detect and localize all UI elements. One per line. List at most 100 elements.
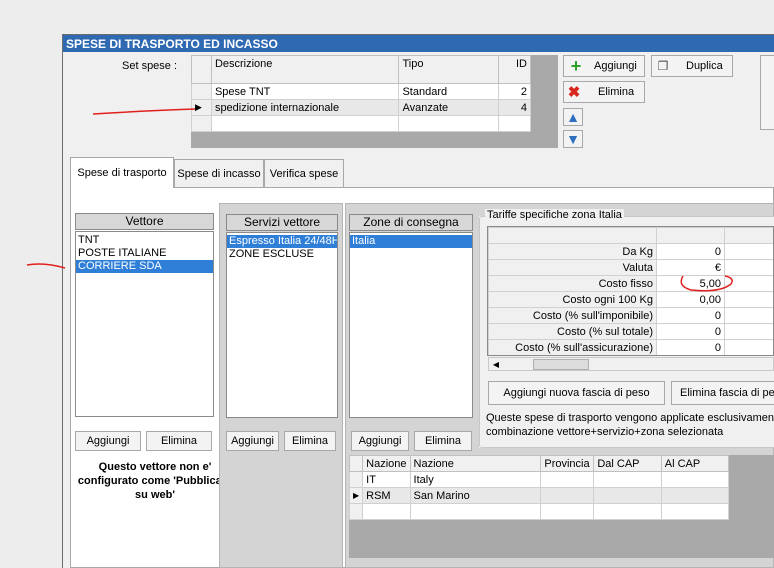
- row-indicator: [348, 503, 364, 520]
- list-item[interactable]: Espresso Italia 24/48H: [227, 235, 337, 248]
- servizi-add-button[interactable]: Aggiungi: [226, 431, 279, 451]
- tab-spese-trasporto[interactable]: Spese di trasporto: [70, 157, 174, 188]
- vettore-header: Vettore: [75, 213, 214, 230]
- table-row[interactable]: Spese TNT Standard 2: [191, 83, 531, 100]
- cell-empty[interactable]: [409, 503, 542, 520]
- duplica-set-button[interactable]: ❐ Duplica: [651, 55, 733, 77]
- col-descrizione[interactable]: Descrizione: [210, 55, 400, 84]
- cell-value[interactable]: 0: [656, 307, 725, 324]
- move-up-arrow-icon[interactable]: ▲: [563, 108, 583, 126]
- table-row-empty[interactable]: [348, 503, 730, 520]
- cell-tipo[interactable]: Avanzate: [398, 99, 500, 116]
- cell-empty[interactable]: [540, 503, 595, 520]
- cell-name[interactable]: Italy: [409, 471, 542, 488]
- vettore-add-button[interactable]: Aggiungi: [75, 431, 141, 451]
- list-item[interactable]: ZONE ESCLUSE: [227, 248, 337, 261]
- vettore-list[interactable]: TNT POSTE ITALIANE CORRIERE SDA: [75, 231, 214, 417]
- col-al-cap[interactable]: Al CAP: [660, 455, 730, 472]
- col-nazione-name[interactable]: Nazione: [409, 455, 542, 472]
- list-item[interactable]: Italia: [350, 235, 472, 248]
- red-annotation-dash: [26, 263, 66, 269]
- tariffe-info-text: Queste spese di trasporto vengono applic…: [486, 411, 774, 439]
- row-indicator: [191, 83, 212, 100]
- corner-cell: [488, 227, 657, 244]
- table-row[interactable]: Da Kg 0: [488, 243, 773, 260]
- table-row[interactable]: Costo (% sul totale) 0: [488, 323, 773, 340]
- cell-id[interactable]: 2: [498, 83, 531, 100]
- row-label: Costo (% sul totale): [488, 323, 657, 340]
- cell-al-cap[interactable]: [660, 487, 730, 504]
- col-header: [724, 227, 773, 244]
- table-row[interactable]: Costo (% sull'imponibile) 0: [488, 307, 773, 324]
- scroll-left-arrow-icon[interactable]: ◀: [490, 359, 502, 370]
- cell-value[interactable]: [724, 307, 773, 324]
- row-label: Costo fisso: [488, 275, 657, 292]
- plus-icon: +: [570, 56, 582, 76]
- elimina-set-button[interactable]: ✖ Elimina: [563, 81, 645, 103]
- tab-verifica-spese[interactable]: Verifica spese: [264, 159, 344, 187]
- table-row[interactable]: IT Italy: [348, 471, 730, 488]
- row-label: Costo ogni 100 Kg: [488, 291, 657, 308]
- table-row[interactable]: Costo (% sull'assicurazione) 0: [488, 339, 773, 355]
- cell-id[interactable]: 4: [498, 99, 531, 116]
- col-header: [656, 227, 725, 244]
- table-row-empty[interactable]: [191, 115, 531, 132]
- cell-dal-cap[interactable]: [593, 487, 662, 504]
- remove-weight-band-button[interactable]: Elimina fascia di pes: [671, 381, 774, 405]
- cell-value[interactable]: 0: [656, 339, 725, 355]
- window-title: SPESE DI TRASPORTO ED INCASSO: [63, 35, 774, 52]
- aggiungi-label: Aggiungi: [594, 60, 637, 72]
- partial-button-right[interactable]: [760, 55, 774, 130]
- cell-value[interactable]: [724, 323, 773, 340]
- zone-header: Zone di consegna: [349, 214, 473, 231]
- zone-delete-button[interactable]: Elimina: [414, 431, 472, 451]
- cell-provincia[interactable]: [540, 487, 595, 504]
- cell-value[interactable]: 0: [656, 243, 725, 260]
- table-row[interactable]: ▶ spedizione internazionale Avanzate 4: [191, 99, 531, 116]
- col-dal-cap[interactable]: Dal CAP: [593, 455, 662, 472]
- cell-tipo[interactable]: Standard: [398, 83, 500, 100]
- info-line-2: combinazione vettore+servizio+zona selez…: [486, 426, 724, 438]
- list-item[interactable]: TNT: [76, 234, 213, 247]
- cell-value[interactable]: [724, 339, 773, 355]
- col-tipo[interactable]: Tipo: [398, 55, 500, 84]
- scroll-thumb[interactable]: [533, 359, 589, 370]
- col-provincia[interactable]: Provincia: [540, 455, 595, 472]
- move-down-arrow-icon[interactable]: ▼: [563, 130, 583, 148]
- vettore-note: Questo vettore non e' configurato come '…: [77, 461, 233, 501]
- cell-empty[interactable]: [210, 115, 400, 132]
- cell-dal-cap[interactable]: [593, 471, 662, 488]
- cell-empty[interactable]: [498, 115, 531, 132]
- zone-add-button[interactable]: Aggiungi: [351, 431, 409, 451]
- list-item[interactable]: POSTE ITALIANE: [76, 247, 213, 260]
- add-weight-band-button[interactable]: Aggiungi nuova fascia di peso: [488, 381, 665, 405]
- cell-al-cap[interactable]: [660, 471, 730, 488]
- servizi-list[interactable]: Espresso Italia 24/48H ZONE ESCLUSE: [226, 232, 338, 418]
- cell-empty[interactable]: [362, 503, 411, 520]
- aggiungi-set-button[interactable]: + Aggiungi: [563, 55, 645, 77]
- cell-value[interactable]: [724, 243, 773, 260]
- cell-empty[interactable]: [398, 115, 500, 132]
- servizi-delete-button[interactable]: Elimina: [284, 431, 336, 451]
- delete-x-icon: ✖: [567, 84, 581, 101]
- tariffe-legend: Tariffe specifiche zona Italia: [485, 209, 624, 221]
- col-nazione-code[interactable]: Nazione: [362, 455, 411, 472]
- cell-value[interactable]: 0: [656, 323, 725, 340]
- col-id[interactable]: ID: [498, 55, 531, 84]
- cell-empty[interactable]: [593, 503, 662, 520]
- row-label: Costo (% sull'imponibile): [488, 307, 657, 324]
- cell-name[interactable]: San Marino: [409, 487, 542, 504]
- cell-descrizione[interactable]: Spese TNT: [210, 83, 400, 100]
- cell-code[interactable]: IT: [362, 471, 411, 488]
- row-indicator-header: [191, 55, 212, 84]
- tariffe-hscrollbar[interactable]: ◀: [488, 357, 774, 371]
- cell-provincia[interactable]: [540, 471, 595, 488]
- vettore-delete-button[interactable]: Elimina: [146, 431, 212, 451]
- tab-spese-incasso[interactable]: Spese di incasso: [174, 159, 264, 187]
- cell-descrizione[interactable]: spedizione internazionale: [210, 99, 400, 116]
- zone-list[interactable]: Italia: [349, 232, 473, 418]
- table-row[interactable]: ▶ RSM San Marino: [348, 487, 730, 504]
- list-item[interactable]: CORRIERE SDA: [76, 260, 213, 273]
- cell-empty[interactable]: [660, 503, 730, 520]
- cell-code[interactable]: RSM: [362, 487, 411, 504]
